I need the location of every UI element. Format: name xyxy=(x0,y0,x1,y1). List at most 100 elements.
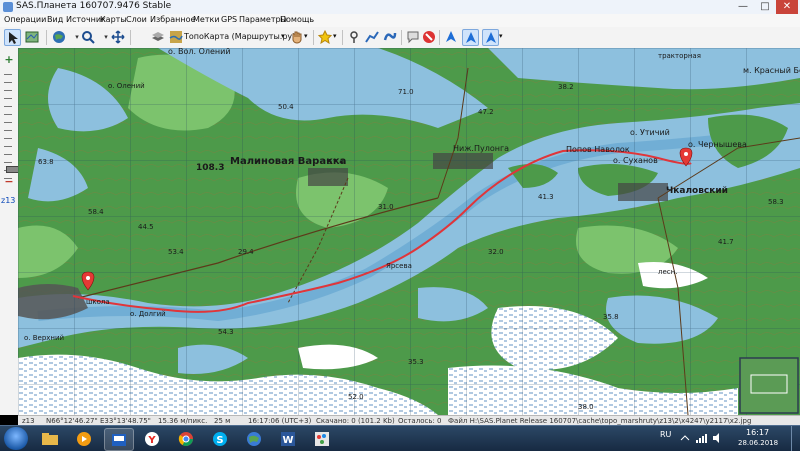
volume-icon[interactable] xyxy=(712,432,724,444)
map-label-vol-oleniy: о. Вол. Олений xyxy=(168,48,231,56)
fullscreen-icon[interactable] xyxy=(110,29,126,45)
map-label-krasny: м. Красный Бе xyxy=(743,66,800,75)
spot-height: 41.3 xyxy=(538,193,554,201)
spot-height: 71.0 xyxy=(398,88,414,96)
minimize-button[interactable]: — xyxy=(732,0,754,14)
gps-dropdown-icon[interactable]: ▾ xyxy=(499,32,503,40)
chrome-icon[interactable] xyxy=(172,428,200,449)
map-view[interactable]: Малиновая Варакка 108.3 Ниж.Пулонга Попо… xyxy=(18,48,800,415)
yandex-browser-icon[interactable]: Y xyxy=(138,428,166,449)
spot-height: 57.4 xyxy=(328,158,344,166)
placemark-icon[interactable] xyxy=(346,29,362,45)
menu-maps[interactable]: Карты xyxy=(100,15,127,24)
zoom-out-button[interactable]: − xyxy=(3,176,15,188)
map-source-dropdown-icon[interactable]: ▾ xyxy=(281,32,285,40)
favorites-dropdown-icon[interactable]: ▾ xyxy=(333,32,337,40)
gps-icon[interactable] xyxy=(443,29,459,45)
map-label-nizh-pulonga: Ниж.Пулонга xyxy=(453,144,510,153)
spot-height: 44.5 xyxy=(138,223,154,231)
gps-follow-icon[interactable] xyxy=(482,29,499,46)
maximize-button[interactable]: □ xyxy=(754,0,776,14)
menu-view[interactable]: Вид xyxy=(47,15,63,24)
svg-text:W: W xyxy=(282,435,293,446)
spot-height: 29.4 xyxy=(238,248,254,256)
zoom-sidebar: + − z13 xyxy=(0,48,20,415)
spot-height: 31.0 xyxy=(378,203,394,211)
layers-icon[interactable] xyxy=(150,29,166,45)
word-icon[interactable]: W xyxy=(274,428,302,449)
menu-marks[interactable]: Метки xyxy=(193,15,220,24)
media-player-icon[interactable] xyxy=(70,428,98,449)
spot-height: 58.3 xyxy=(768,198,784,206)
app-icon xyxy=(3,2,13,12)
menu-favorites[interactable]: Избранное xyxy=(150,15,195,24)
map-label-sukhanov: о. Суханов xyxy=(613,156,658,165)
spot-height: 58.4 xyxy=(88,208,104,216)
zoom-tool-icon[interactable] xyxy=(80,29,96,45)
map-label-yarsevka: Ярсева xyxy=(386,262,412,270)
zoom-level-label: z13 xyxy=(1,196,16,205)
skype-icon[interactable]: S xyxy=(206,428,234,449)
spot-height: 32.0 xyxy=(488,248,504,256)
map-label-traktornaya: тракторная xyxy=(658,52,701,60)
spot-height: 38.0 xyxy=(578,403,594,411)
topo-map-icon[interactable] xyxy=(168,29,184,45)
map-label-chkalovsky: Чкаловский xyxy=(666,186,728,196)
clock-time[interactable]: 16:17 xyxy=(746,428,769,437)
spot-height: 35.8 xyxy=(603,313,619,321)
map-label-dolgiy: о. Долгий xyxy=(130,310,166,318)
close-button[interactable]: ✕ xyxy=(776,0,798,14)
polygon-tool-icon[interactable] xyxy=(382,29,398,45)
spot-height: 50.4 xyxy=(278,103,294,111)
map-label-utichiy: о. Утичий xyxy=(630,128,670,137)
map-label-oleniy: о. Олений xyxy=(108,82,145,90)
taskbar: Y S W RU 16:17 28.06.2018 xyxy=(0,425,800,451)
map-label-verkhniy: о. Верхний xyxy=(24,334,65,342)
map-label-chernysheva: о. Чернышева xyxy=(688,140,747,149)
network-icon[interactable] xyxy=(695,432,707,444)
menu-gps[interactable]: GPS xyxy=(221,15,237,24)
spot-height: 63.8 xyxy=(38,158,54,166)
window-title: SAS.Планета 160707.9476 Stable xyxy=(16,1,172,11)
start-button[interactable] xyxy=(4,427,28,450)
map-label-height-108: 108.3 xyxy=(196,163,225,173)
spot-height: 35.3 xyxy=(408,358,424,366)
spot-height: 54.3 xyxy=(218,328,234,336)
favorites-star-icon[interactable] xyxy=(317,29,333,45)
spot-height: 47.2 xyxy=(478,108,494,116)
spot-height: 41.7 xyxy=(718,238,734,246)
map-source-label[interactable]: ТопоКарта (Маршруты.ру) xyxy=(184,32,295,41)
toolbar: ▾ ▾ ТопоКарта (Маршруты.ру) ▾ ▾ ▾ ▾ xyxy=(0,27,800,49)
hand-pan-icon[interactable] xyxy=(289,29,305,45)
menu-help[interactable]: Помощь xyxy=(280,15,314,24)
satellite-globe-icon[interactable] xyxy=(51,29,67,45)
globe-icon[interactable] xyxy=(240,428,268,449)
calibration-icon[interactable] xyxy=(405,29,421,45)
show-desktop-button[interactable] xyxy=(791,426,800,451)
move-map-icon[interactable] xyxy=(24,29,40,45)
stop-icon[interactable] xyxy=(421,29,437,45)
title-bar: SAS.Планета 160707.9476 Stable — □ ✕ xyxy=(0,0,800,15)
paint-icon[interactable] xyxy=(308,428,336,449)
zoom-in-button[interactable]: + xyxy=(3,54,15,66)
map-label-popov-navolok: Попов Наволок xyxy=(566,145,630,154)
path-tool-icon[interactable] xyxy=(364,29,380,45)
menu-operations[interactable]: Операции xyxy=(4,15,46,24)
map-label-shkola: школа xyxy=(86,298,110,306)
gps-track-icon[interactable] xyxy=(462,29,479,46)
map-label-odnoe: лесн. xyxy=(658,268,678,276)
cursor-icon[interactable] xyxy=(4,29,21,46)
pan-dropdown-icon[interactable]: ▾ xyxy=(304,32,308,40)
spot-height: 38.2 xyxy=(558,83,574,91)
svg-text:S: S xyxy=(216,435,223,446)
explorer-icon[interactable] xyxy=(36,428,64,449)
menu-layers[interactable]: Слои xyxy=(126,15,147,24)
language-indicator[interactable]: RU xyxy=(660,430,671,439)
spot-height: 53.4 xyxy=(168,248,184,256)
sas-planet-icon[interactable] xyxy=(104,428,134,451)
tray-arrow-icon[interactable] xyxy=(680,433,690,443)
clock-date[interactable]: 28.06.2018 xyxy=(738,439,778,447)
spot-height: 52.0 xyxy=(348,393,364,401)
menu-bar: Операции Вид Источник Карты Слои Избранн… xyxy=(0,14,800,28)
svg-text:Y: Y xyxy=(147,435,156,446)
